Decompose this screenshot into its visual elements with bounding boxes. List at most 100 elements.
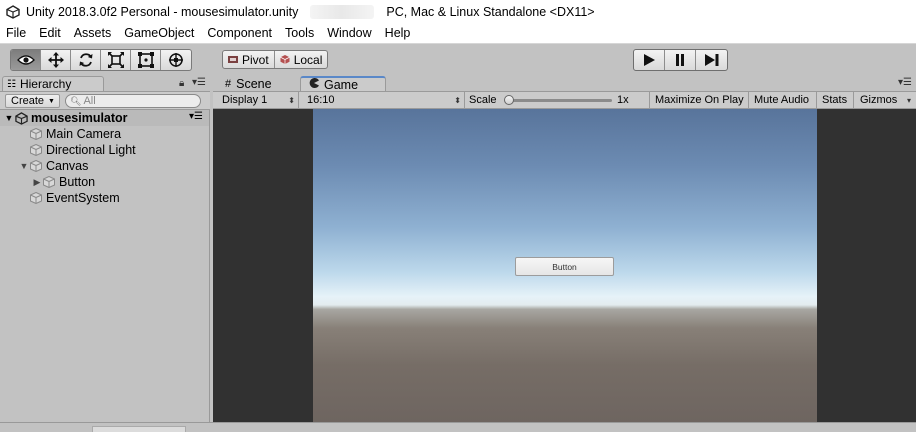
hierarchy-item-main-camera[interactable]: Main Camera [30, 126, 121, 142]
gizmos-dropdown[interactable]: Gizmos ▾ [854, 92, 914, 108]
hierarchy-item-canvas[interactable]: ▼ Canvas [18, 158, 89, 174]
rect-tool-button[interactable] [131, 50, 161, 70]
hierarchy-panel: Create ▼ 🔍︎ All ▼ mousesimulator ▾☰ Main… [0, 91, 210, 430]
hierarchy-item-directional-light[interactable]: Directional Light [30, 142, 136, 158]
stats-label: Stats [822, 94, 848, 106]
collapse-arrow-icon[interactable]: ▶ [31, 177, 43, 188]
gameobject-cube-icon [43, 176, 55, 188]
game-render-area[interactable]: Button [313, 109, 817, 422]
scale-label: Scale [469, 94, 497, 106]
view-tab-bar: # Scene Game ▾☰ [213, 76, 916, 92]
transform-tool-button[interactable] [161, 50, 191, 70]
game-view: Button [213, 109, 916, 422]
hierarchy-tab[interactable]: ☷ Hierarchy [2, 76, 104, 91]
scene-menu-icon[interactable]: ▾☰ [189, 111, 203, 122]
ui-button-label: Button [552, 261, 577, 272]
scene-name: mousesimulator [31, 111, 128, 125]
move-arrows-icon [47, 52, 64, 68]
eye-icon [16, 55, 35, 65]
gizmos-label: Gizmos [860, 94, 898, 106]
rect-transform-icon [137, 52, 154, 68]
hierarchy-search-input[interactable]: 🔍︎ All [65, 94, 201, 108]
display-value: Display 1 [222, 94, 268, 106]
pivot-label: Pivot [242, 52, 269, 67]
bottom-panel-tab[interactable] [92, 426, 186, 432]
menu-edit[interactable]: Edit [33, 26, 68, 40]
hierarchy-tab-row: ☷ Hierarchy 🔒︎ ▾☰ [0, 76, 210, 91]
hierarchy-item-button[interactable]: ▶ Button [31, 174, 96, 190]
hierarchy-item-label: Main Camera [46, 127, 122, 141]
step-icon [704, 54, 718, 66]
scene-root-row[interactable]: ▼ mousesimulator ▾☰ [0, 110, 209, 126]
search-placeholder: All [83, 95, 96, 107]
pivot-toggles: Pivot Local [222, 50, 329, 69]
move-tool-button[interactable] [41, 50, 71, 70]
menu-assets[interactable]: Assets [68, 26, 119, 40]
platform-label: PC, Mac & Linux Standalone <DX11> [386, 4, 595, 19]
slider-thumb[interactable] [504, 95, 514, 105]
display-dropdown[interactable]: Display 1 ⬍ [213, 92, 299, 108]
rotate-icon [79, 53, 92, 67]
hierarchy-item-label: Button [59, 175, 96, 189]
hierarchy-item-label: Canvas [46, 159, 89, 173]
updown-arrow-icon: ⬍ [454, 95, 461, 105]
redacted-text [310, 4, 375, 19]
bottom-panel-strip [0, 422, 916, 432]
tab-scene-label: Scene [236, 76, 272, 91]
local-label: Local [293, 52, 323, 67]
menu-file[interactable]: File [0, 26, 33, 40]
hierarchy-item-label: EventSystem [46, 191, 120, 205]
maximize-label: Maximize On Play [655, 94, 744, 106]
tab-game[interactable]: Game [300, 76, 386, 92]
view-tool-button[interactable] [11, 50, 41, 70]
gameobject-cube-icon [30, 192, 42, 204]
play-button[interactable] [634, 50, 665, 70]
rotate-tool-button[interactable] [71, 50, 101, 70]
expand-arrow-icon[interactable]: ▼ [18, 161, 30, 171]
mute-label: Mute Audio [754, 94, 810, 106]
gameobject-cube-icon [30, 144, 42, 156]
tab-scene[interactable]: # Scene [217, 76, 301, 91]
hierarchy-item-label: Directional Light [46, 143, 136, 157]
lock-icon[interactable]: 🔒︎ [179, 78, 184, 89]
menu-tools[interactable]: Tools [279, 26, 321, 40]
hierarchy-item-eventsystem[interactable]: EventSystem [30, 190, 120, 206]
menu-bar: File Edit Assets GameObject Component To… [0, 23, 916, 43]
stats-toggle[interactable]: Stats [817, 92, 854, 108]
window-titlebar: Unity 2018.3.0f2 Personal - mousesimulat… [0, 0, 916, 23]
create-dropdown[interactable]: Create ▼ [5, 94, 60, 108]
transform-tools [10, 49, 192, 71]
slider-track [505, 99, 612, 102]
pause-button[interactable] [665, 50, 696, 70]
combined-transform-icon [169, 53, 183, 67]
menu-component[interactable]: Component [201, 26, 279, 40]
step-button[interactable] [696, 50, 727, 70]
mute-audio-toggle[interactable]: Mute Audio [749, 92, 817, 108]
pivot-icon [228, 56, 238, 63]
gameobject-cube-icon [30, 128, 42, 140]
pacman-icon [309, 78, 319, 91]
grid-icon: # [225, 77, 232, 90]
scale-tool-button[interactable] [101, 50, 131, 70]
chevron-down-icon: ▾ [906, 95, 911, 105]
maximize-on-play-toggle[interactable]: Maximize On Play [650, 92, 749, 108]
expand-arrow-icon[interactable]: ▼ [3, 113, 15, 123]
panel-menu-icon[interactable]: ▾☰ [898, 77, 912, 88]
menu-window[interactable]: Window [321, 26, 378, 40]
pivot-toggle-button[interactable]: Pivot [223, 51, 275, 68]
local-toggle-button[interactable]: Local [275, 51, 328, 68]
menu-gameobject[interactable]: GameObject [118, 26, 201, 40]
ui-button[interactable]: Button [515, 257, 614, 276]
game-view-toolbar: Display 1 ⬍ 16:10 ⬍ Scale 1x Maximize On… [213, 91, 916, 109]
scale-slider[interactable] [504, 95, 612, 105]
create-label: Create [11, 95, 45, 107]
main-toolbar: Pivot Local [0, 43, 916, 76]
menu-help[interactable]: Help [379, 26, 418, 40]
scale-value: 1x [617, 94, 629, 106]
play-controls [633, 49, 728, 71]
local-cube-icon [280, 55, 290, 64]
aspect-dropdown[interactable]: 16:10 ⬍ [299, 92, 465, 108]
panel-menu-icon[interactable]: ▾☰ [192, 77, 206, 88]
aspect-value: 16:10 [307, 94, 335, 106]
pause-icon [676, 54, 684, 66]
